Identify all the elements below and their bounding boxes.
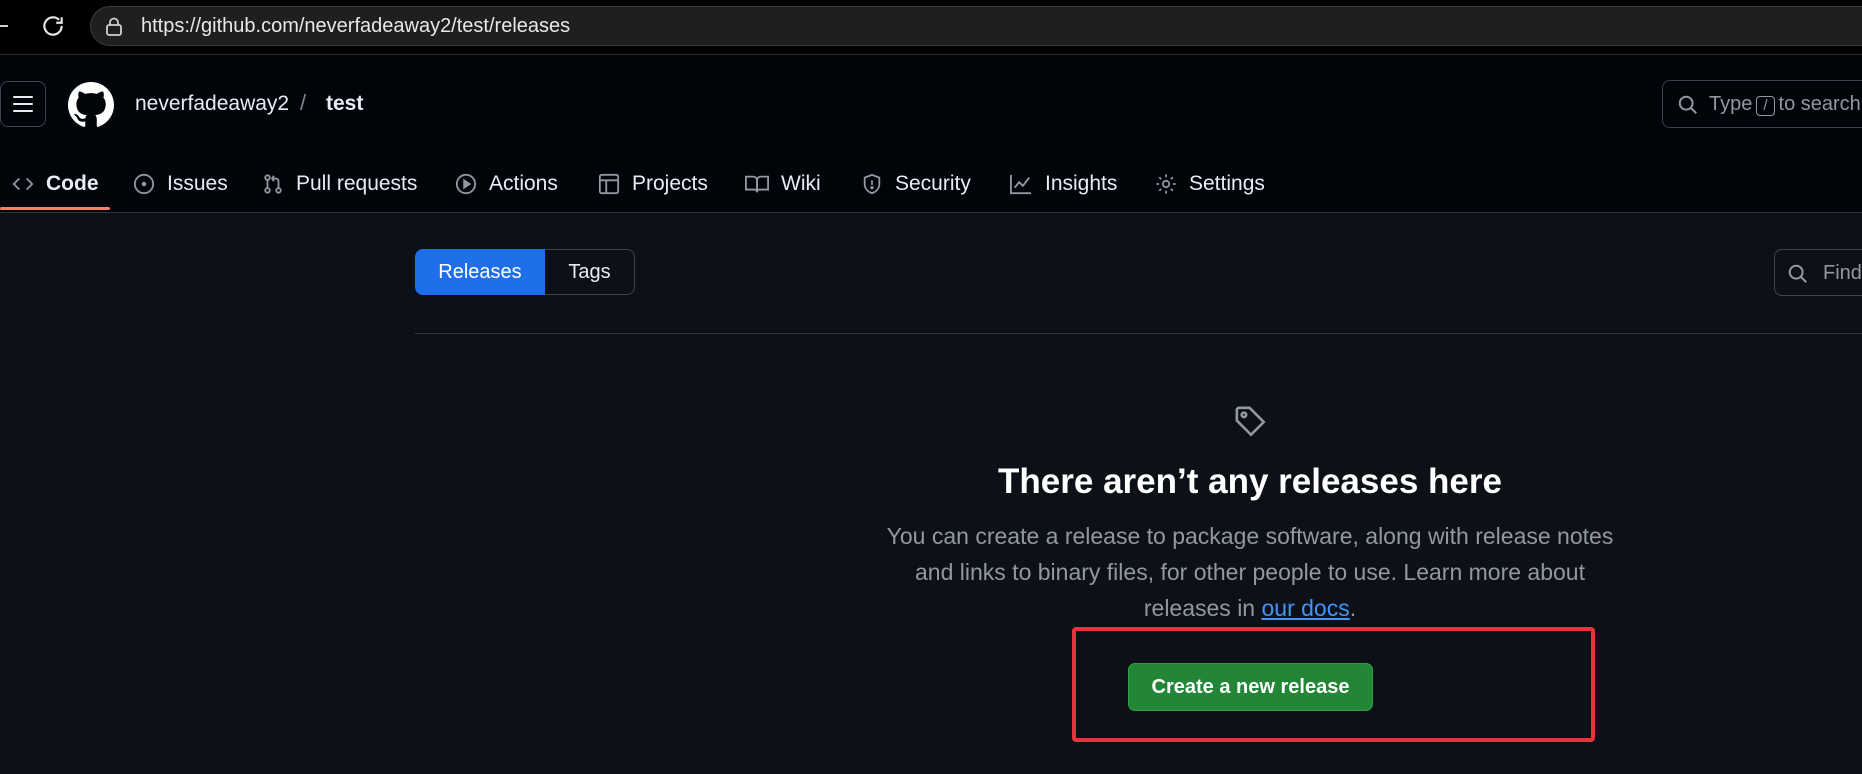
repo-link[interactable]: test xyxy=(326,92,363,116)
pull-request-icon xyxy=(264,174,282,194)
tab-projects[interactable]: Projects xyxy=(598,158,708,210)
address-bar[interactable]: https://github.com/neverfadeaway2/test/r… xyxy=(90,6,1862,46)
tab-security-label: Security xyxy=(895,172,971,195)
active-tab-indicator xyxy=(0,207,110,210)
tag-icon xyxy=(1235,406,1266,437)
browser-toolbar: https://github.com/neverfadeaway2/test/r… xyxy=(0,0,1862,55)
repo-header: neverfadeaway2 / test Type / to search Cod… xyxy=(0,55,1862,213)
blankslate-title: There aren’t any releases here xyxy=(998,462,1502,501)
slash-key-hint: / xyxy=(1756,96,1775,116)
search-hint: Type / to search xyxy=(1709,93,1861,116)
find-placeholder: Find xyxy=(1823,262,1862,284)
tab-pull-requests-label: Pull requests xyxy=(296,172,418,195)
search-icon xyxy=(1788,264,1807,283)
graph-icon xyxy=(1010,174,1032,195)
menu-button[interactable] xyxy=(0,81,46,127)
owner-link[interactable]: neverfadeaway2 xyxy=(135,92,289,116)
blankslate-period: . xyxy=(1349,595,1357,621)
lock-icon[interactable] xyxy=(105,17,123,37)
book-icon xyxy=(745,175,769,193)
tab-pull-requests[interactable]: Pull requests xyxy=(262,158,417,210)
tab-insights-label: Insights xyxy=(1045,172,1118,195)
blankslate-description: You can create a release to package soft… xyxy=(880,518,1620,626)
tab-insights[interactable]: Insights xyxy=(1009,158,1117,210)
tab-issues-label: Issues xyxy=(167,172,228,195)
tab-code[interactable]: Code xyxy=(12,158,99,210)
releases-tab-button[interactable]: Releases xyxy=(415,249,545,295)
divider xyxy=(415,333,1862,334)
tab-security[interactable]: Security xyxy=(861,158,971,210)
issue-icon xyxy=(133,173,155,195)
find-release-input[interactable]: Find xyxy=(1774,249,1862,296)
hamburger-icon xyxy=(13,96,33,112)
tab-settings-label: Settings xyxy=(1189,172,1265,195)
tab-wiki[interactable]: Wiki xyxy=(745,158,821,210)
tab-code-label: Code xyxy=(46,172,99,195)
tab-issues[interactable]: Issues xyxy=(133,158,228,210)
code-icon xyxy=(12,177,34,191)
shield-icon xyxy=(863,173,881,195)
blankslate-text: You can create a release to package soft… xyxy=(886,523,1614,621)
create-release-button[interactable]: Create a new release xyxy=(1128,663,1373,711)
search-hint-suffix: to search xyxy=(1778,93,1861,115)
gear-icon xyxy=(1156,174,1176,194)
breadcrumb-separator: / xyxy=(300,90,307,115)
docs-link[interactable]: our docs xyxy=(1262,595,1350,621)
url-text[interactable]: https://github.com/neverfadeaway2/test/r… xyxy=(141,15,570,38)
tab-wiki-label: Wiki xyxy=(781,172,821,195)
table-icon xyxy=(598,173,620,195)
github-logo-icon[interactable] xyxy=(68,82,114,128)
play-icon xyxy=(455,173,477,195)
releases-tags-switch: Releases Tags xyxy=(415,249,635,295)
tab-projects-label: Projects xyxy=(632,172,708,195)
reload-icon[interactable] xyxy=(40,13,66,39)
tab-actions-label: Actions xyxy=(489,172,558,195)
back-arrow-icon[interactable] xyxy=(0,25,8,27)
search-hint-prefix: Type xyxy=(1709,93,1753,115)
search-icon xyxy=(1678,95,1697,114)
tags-tab-button[interactable]: Tags xyxy=(545,249,635,295)
global-search-input[interactable]: Type / to search xyxy=(1662,80,1862,128)
tab-settings[interactable]: Settings xyxy=(1155,158,1265,210)
tab-actions[interactable]: Actions xyxy=(455,158,558,210)
